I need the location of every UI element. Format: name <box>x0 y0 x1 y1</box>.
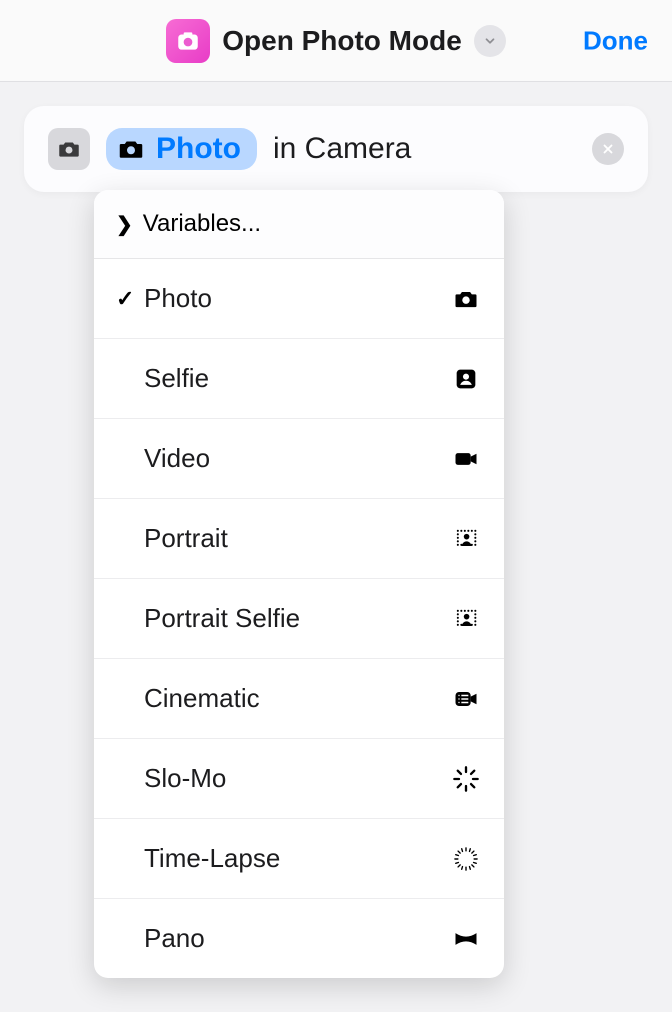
done-button[interactable]: Done <box>583 25 648 56</box>
dropdown-item[interactable]: Portrait Selfie <box>94 579 504 659</box>
dropdown-item-label: Slo-Mo <box>144 763 450 794</box>
dropdown-item[interactable]: ✓Photo <box>94 259 504 339</box>
close-icon <box>601 142 615 156</box>
dropdown-item-label: Video <box>144 443 450 474</box>
action-suffix-text: in Camera <box>273 132 411 166</box>
video-icon <box>450 445 482 473</box>
chevron-right-icon: ❯ <box>116 212 133 237</box>
dropdown-item-label: Portrait <box>144 523 450 554</box>
mode-dropdown: ❯ Variables... ✓Photo Selfie Video Portrait… <box>94 190 504 978</box>
dropdown-item-label: Photo <box>144 283 450 314</box>
portrait-icon <box>450 605 482 633</box>
timelapse-icon <box>450 845 482 873</box>
checkmark-icon: ✓ <box>116 286 144 312</box>
mode-token-label: Photo <box>156 132 241 166</box>
variables-label: Variables... <box>143 210 261 238</box>
camera-app-icon <box>48 128 90 170</box>
dropdown-item-label: Selfie <box>144 363 450 394</box>
selfie-icon <box>450 365 482 393</box>
page-title: Open Photo Mode <box>222 25 462 57</box>
pano-icon <box>450 925 482 953</box>
slomo-icon <box>450 765 482 793</box>
mode-token[interactable]: Photo <box>106 128 257 170</box>
camera-icon <box>116 134 146 164</box>
dropdown-item[interactable]: Slo-Mo <box>94 739 504 819</box>
dropdown-item[interactable]: Portrait <box>94 499 504 579</box>
dropdown-item[interactable]: Pano <box>94 899 504 978</box>
dropdown-item-label: Time-Lapse <box>144 843 450 874</box>
action-row[interactable]: Photo in Camera <box>24 106 648 192</box>
header-bar: Open Photo Mode Done <box>0 0 672 82</box>
clear-button[interactable] <box>592 133 624 165</box>
shortcut-app-icon <box>166 19 210 63</box>
cinematic-icon <box>450 685 482 713</box>
header-title-group[interactable]: Open Photo Mode <box>166 19 506 63</box>
dropdown-item-label: Portrait Selfie <box>144 603 450 634</box>
dropdown-item[interactable]: Selfie <box>94 339 504 419</box>
chevron-down-icon[interactable] <box>474 25 506 57</box>
dropdown-item[interactable]: Cinematic <box>94 659 504 739</box>
dropdown-item[interactable]: Video <box>94 419 504 499</box>
camera-icon <box>450 285 482 313</box>
variables-option[interactable]: ❯ Variables... <box>94 190 504 259</box>
dropdown-item-label: Cinematic <box>144 683 450 714</box>
dropdown-item[interactable]: Time-Lapse <box>94 819 504 899</box>
portrait-icon <box>450 525 482 553</box>
dropdown-item-label: Pano <box>144 923 450 954</box>
